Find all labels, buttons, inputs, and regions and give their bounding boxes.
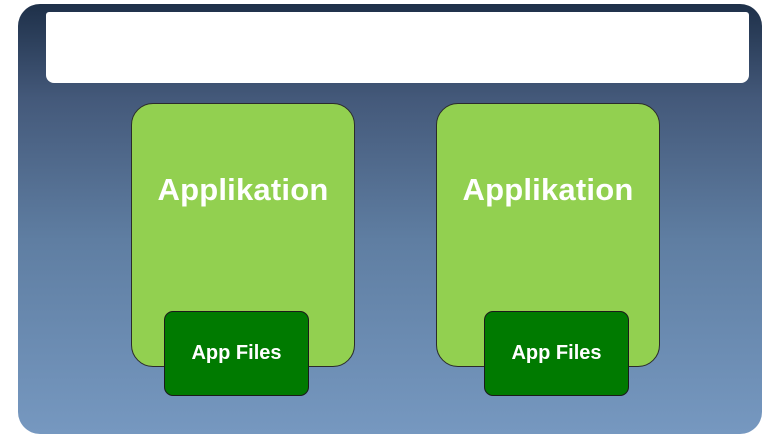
header-bar xyxy=(46,12,749,83)
application-label: Applikation xyxy=(157,172,329,207)
app-files-box-2: App Files xyxy=(484,311,629,396)
app-files-box-1: App Files xyxy=(164,311,309,396)
app-files-label: App Files xyxy=(511,342,602,364)
diagram-canvas: Applikation App Files Applikation App Fi… xyxy=(0,0,768,435)
app-files-label: App Files xyxy=(191,342,282,364)
application-label: Applikation xyxy=(462,172,634,207)
